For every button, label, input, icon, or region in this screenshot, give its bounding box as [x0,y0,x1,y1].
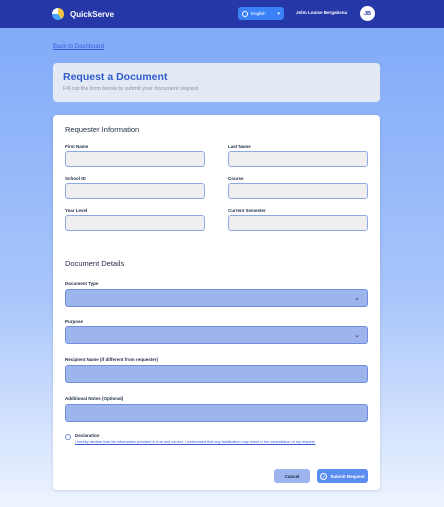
chevron-down-icon: ⌄ [354,295,360,302]
back-to-dashboard-link[interactable]: Back to Dashboard [53,44,104,50]
recipient-name-field[interactable] [65,365,368,383]
additional-notes-label: Additional Notes (Optional) [65,396,124,401]
recipient-name-label: Recipient Name (if different from reques… [65,357,159,362]
document-section-title: Document Details [65,259,125,268]
brand-name: QuickServe [70,9,115,19]
current-semester-label: Current Semester [228,208,266,213]
submit-label: Submit Request [330,473,365,479]
page-header: Request a Document Fill out the form bel… [53,63,380,102]
current-semester-field[interactable] [228,215,368,231]
quickserve-logo-icon [52,8,64,20]
declaration-checkbox[interactable] [65,434,71,440]
chevron-down-icon: ⌄ [354,332,360,339]
first-name-label: First Name [65,144,89,149]
chevron-down-icon: ▾ [277,10,280,17]
school-id-field[interactable] [65,183,205,199]
document-type-label: Document Type [65,281,99,286]
declaration-title: Declaration [75,433,100,438]
additional-notes-field[interactable] [65,404,368,422]
course-field[interactable] [228,183,368,199]
year-level-field[interactable] [65,215,205,231]
user-name[interactable]: John Louise Bergabena [296,10,347,15]
last-name-field[interactable] [228,151,368,167]
year-level-label: Year Level [65,208,88,213]
school-id-label: School ID [65,176,86,181]
globe-icon [242,10,248,17]
page-title: Request a Document [63,71,168,83]
course-label: Course [228,176,244,181]
document-request-form: Requester Information First Name Last Na… [53,115,380,490]
first-name-field[interactable] [65,151,205,167]
requester-section-title: Requester Information [65,125,140,134]
avatar[interactable]: JB [360,6,375,21]
language-selector[interactable]: English ▾ [238,7,284,20]
submit-request-button[interactable]: ✓ Submit Request [317,469,368,483]
top-navbar: QuickServe English ▾ John Louise Bergabe… [0,0,444,28]
purpose-select[interactable]: ⌄ [65,326,368,344]
check-circle-icon: ✓ [320,472,328,480]
page-subtitle: Fill out the form below to submit your d… [63,86,199,92]
cancel-button[interactable]: Cancel [274,469,310,483]
language-label: English [251,11,266,16]
purpose-label: Purpose [65,319,84,324]
document-type-select[interactable]: ⌄ [65,289,368,307]
last-name-label: Last Name [228,144,251,149]
declaration-text[interactable]: I hereby declare that the information pr… [75,440,355,445]
